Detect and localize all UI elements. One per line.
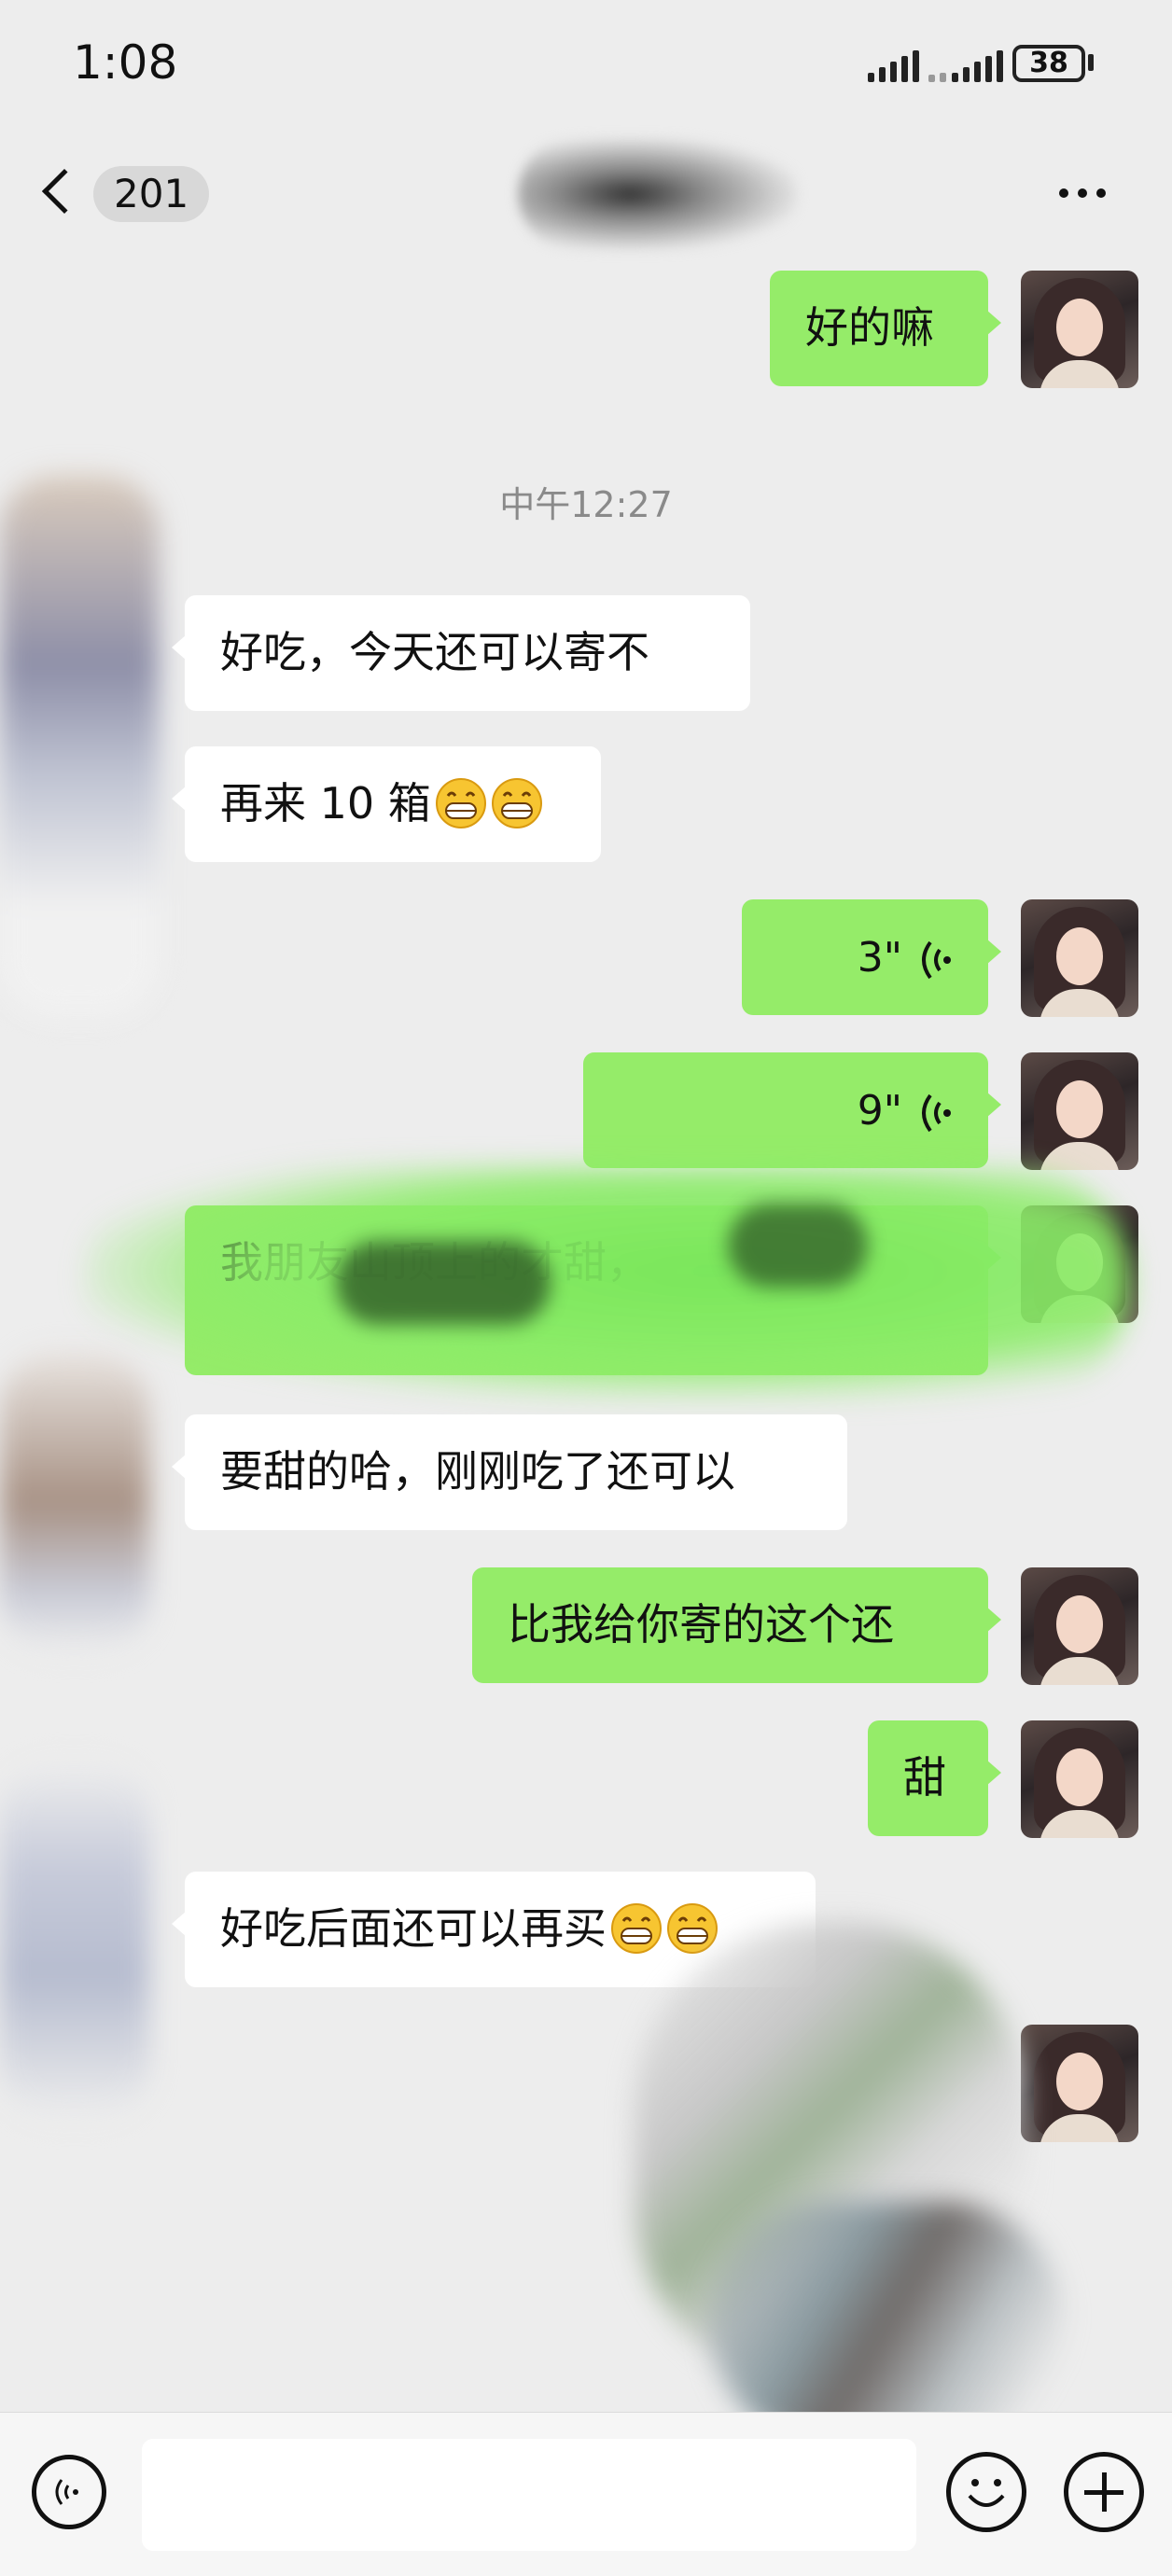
voice-duration: 9" (857, 1087, 902, 1135)
avatar[interactable] (1021, 1567, 1138, 1685)
message-text: 我朋友山顶上的才甜， (220, 1237, 649, 1288)
plus-icon[interactable] (1064, 2452, 1144, 2532)
voice-duration: 3" (857, 934, 902, 982)
message-bubble-incoming[interactable]: 好吃后面还可以再买 (172, 1872, 816, 1987)
voice-wave-icon (922, 940, 951, 979)
avatar[interactable] (1021, 1052, 1138, 1170)
message-text: 再来 10 箱 (220, 778, 431, 828)
avatar[interactable] (1021, 899, 1138, 1017)
message-bubble-incoming[interactable]: 再来 10 箱 (172, 746, 601, 862)
more-dots-icon[interactable] (1059, 188, 1106, 198)
voice-mode-icon[interactable] (32, 2455, 106, 2529)
message-text: 好吃后面还可以再买 (220, 1903, 607, 1954)
grinning-emoji-icon (667, 1902, 718, 1954)
voice-wave-icon (922, 1093, 951, 1132)
chat-title-redacted (518, 138, 798, 250)
signal-2-icon (928, 45, 946, 82)
chevron-left-icon[interactable] (41, 168, 88, 215)
avatar[interactable] (1021, 1205, 1138, 1323)
clock: 1:08 (73, 35, 178, 90)
smiley-icon[interactable] (946, 2452, 1026, 2532)
message-text: 甜 (903, 1752, 946, 1803)
avatar[interactable] (1021, 271, 1138, 388)
message-bubble-outgoing[interactable]: 我朋友山顶上的才甜， (185, 1205, 1001, 1375)
grinning-emoji-icon (435, 777, 486, 828)
unread-count-badge[interactable]: 201 (93, 166, 210, 222)
message-bubble-outgoing[interactable]: 好的嘛 (770, 271, 1001, 386)
input-bar (0, 2412, 1172, 2576)
redacted-image (635, 1922, 1026, 2388)
message-bubble-incoming[interactable]: 好吃，今天还可以寄不 (172, 595, 750, 711)
message-bubble-incoming[interactable]: 要甜的哈，刚刚吃了还可以 (172, 1414, 847, 1530)
status-bar: 1:08 38 (0, 0, 1172, 131)
grinning-emoji-icon (491, 777, 542, 828)
message-text: 比我给你寄的这个还 (508, 1599, 894, 1650)
avatar-redacted (0, 476, 159, 1017)
avatar[interactable] (1021, 1720, 1138, 1838)
battery-tip (1088, 54, 1094, 71)
avatar-redacted (0, 1763, 149, 2118)
signal-icon (868, 45, 919, 82)
avatar[interactable] (1021, 2025, 1138, 2142)
voice-message-outgoing[interactable]: 3" (742, 899, 1001, 1015)
chat-header: 201 (0, 131, 1172, 261)
message-bubble-outgoing[interactable]: 比我给你寄的这个还 (472, 1567, 1001, 1683)
message-text: 好吃，今天还可以寄不 (220, 627, 649, 677)
voice-message-outgoing[interactable]: 9" (583, 1052, 1001, 1168)
message-text: 好的嘛 (805, 302, 934, 353)
redacted-image (709, 2202, 1064, 2444)
message-bubble-outgoing[interactable]: 甜 (868, 1720, 1001, 1836)
battery-indicator: 38 (1012, 45, 1085, 82)
signal-3-icon (952, 45, 1003, 82)
message-input[interactable] (142, 2439, 916, 2551)
message-text: 要甜的哈，刚刚吃了还可以 (220, 1446, 735, 1497)
avatar-redacted (0, 1353, 149, 1651)
timestamp-label: 中午12:27 (499, 484, 673, 525)
grinning-emoji-icon (611, 1902, 662, 1954)
